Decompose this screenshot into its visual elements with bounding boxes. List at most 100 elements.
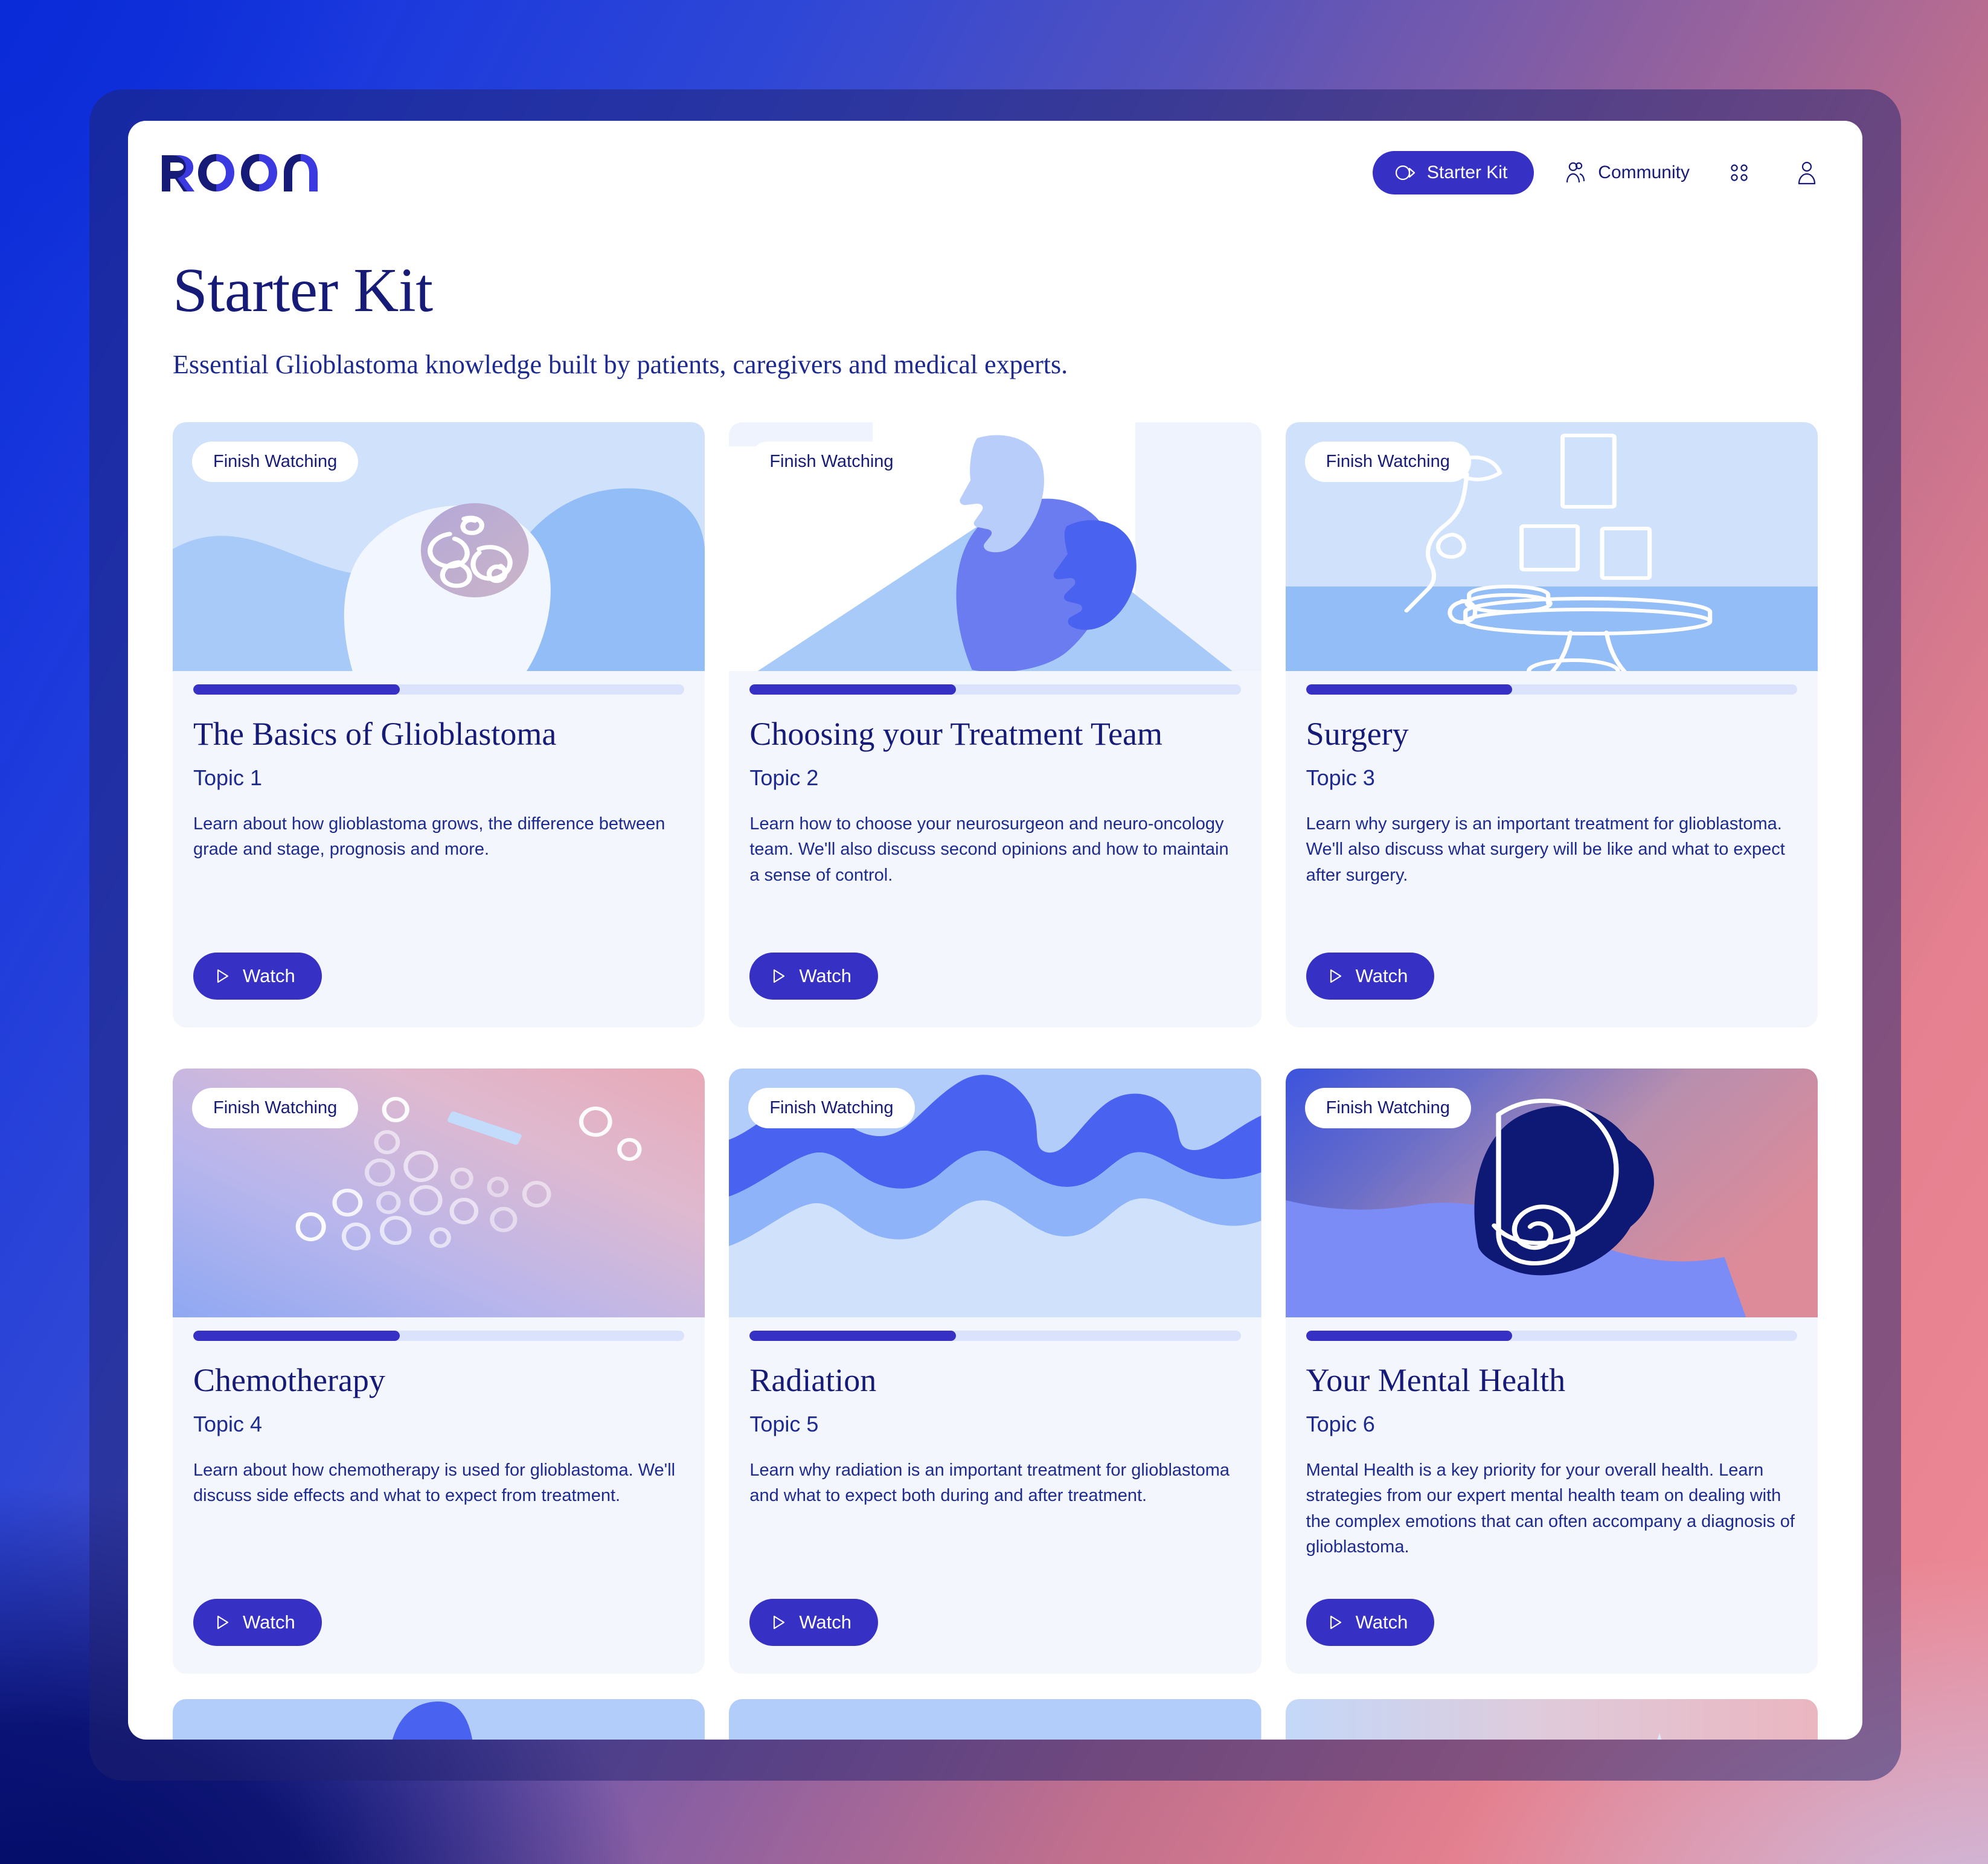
card-body: Chemotherapy Topic 4 Learn about how che… <box>173 1341 705 1674</box>
header-nav: Starter Kit Community <box>1372 151 1825 194</box>
card-body: Surgery Topic 3 Learn why surgery is an … <box>1286 695 1818 1027</box>
card-title: Surgery <box>1306 716 1409 753</box>
video-camera-icon <box>1395 165 1416 181</box>
card-thumbnail <box>1285 1699 1818 1740</box>
play-icon <box>771 1614 787 1631</box>
watch-button[interactable]: Watch <box>1306 953 1435 1000</box>
card-footer: Watch <box>749 1573 1240 1674</box>
card-thumbnail: Finish Watching <box>1285 1069 1818 1318</box>
card-description: Learn about how chemotherapy is used for… <box>193 1461 676 1506</box>
clipped-thumb-illustration <box>173 1699 705 1740</box>
app-header: Starter Kit Community <box>128 121 1862 225</box>
card-topic-number: Topic 1 <box>193 765 263 791</box>
finish-watching-badge[interactable]: Finish Watching <box>192 442 359 483</box>
card-body: Choosing your Treatment Team Topic 2 Lea… <box>729 695 1261 1027</box>
clipped-thumb-illustration <box>1285 1699 1818 1740</box>
finish-watching-badge[interactable]: Finish Watching <box>1304 1088 1471 1129</box>
card-footer: Watch <box>193 927 684 1027</box>
card-title: Chemotherapy <box>193 1362 385 1399</box>
play-icon <box>215 968 231 985</box>
card-topic-number: Topic 4 <box>193 1412 263 1437</box>
play-icon <box>771 968 787 985</box>
card-footer: Watch <box>749 927 1240 1027</box>
card-thumbnail: Finish Watching <box>729 422 1262 672</box>
card-footer: Watch <box>1306 1573 1797 1674</box>
topic-card[interactable]: Finish Watching Chemotherapy Topic 4 Lea… <box>173 1069 705 1674</box>
topic-card[interactable] <box>1285 1699 1818 1740</box>
progress-bar <box>173 671 705 695</box>
card-topic-number: Topic 3 <box>1306 765 1375 791</box>
progress-fill <box>749 1331 956 1342</box>
main-content: Starter Kit Essential Glioblastoma knowl… <box>128 225 1862 1740</box>
card-topic-number: Topic 5 <box>749 1412 819 1437</box>
topic-card[interactable]: Finish Watching The Basics of Glioblasto… <box>173 422 705 1028</box>
watch-button[interactable]: Watch <box>749 953 879 1000</box>
card-thumbnail: Finish Watching <box>729 1069 1262 1318</box>
progress-track <box>193 684 685 695</box>
card-body: The Basics of Glioblastoma Topic 1 Learn… <box>173 695 705 1027</box>
card-body: Radiation Topic 5 Learn why radiation is… <box>729 1341 1261 1674</box>
play-icon <box>215 1614 231 1631</box>
watch-button[interactable]: Watch <box>193 953 322 1000</box>
progress-bar <box>1286 671 1818 695</box>
clipped-thumb-illustration <box>729 1699 1262 1740</box>
topic-card[interactable]: Finish Watching Radiation Topic 5 Learn … <box>729 1069 1262 1674</box>
play-icon <box>1328 1614 1344 1631</box>
progress-bar <box>1286 1317 1818 1342</box>
watch-label: Watch <box>243 1612 295 1633</box>
progress-track <box>193 1331 685 1342</box>
finish-watching-badge[interactable]: Finish Watching <box>748 1088 915 1129</box>
apps-grid-button[interactable] <box>1721 155 1757 191</box>
topic-card[interactable] <box>729 1699 1262 1740</box>
card-description: Learn why radiation is an important trea… <box>749 1461 1230 1506</box>
card-thumbnail: Finish Watching <box>1285 422 1818 672</box>
watch-button[interactable]: Watch <box>1306 1599 1435 1647</box>
card-footer: Watch <box>193 1573 684 1674</box>
progress-fill <box>1306 684 1513 695</box>
starter-kit-label: Starter Kit <box>1426 162 1508 182</box>
card-title: Your Mental Health <box>1306 1362 1566 1399</box>
progress-fill <box>749 684 956 695</box>
community-link[interactable]: Community <box>1565 162 1690 184</box>
card-topic-number: Topic 2 <box>749 765 819 791</box>
progress-track <box>749 684 1241 695</box>
page-title: Starter Kit <box>173 255 433 325</box>
topic-card[interactable] <box>173 1699 705 1740</box>
card-thumbnail: Finish Watching <box>173 1069 705 1318</box>
watch-label: Watch <box>1355 965 1408 987</box>
card-body: Your Mental Health Topic 6 Mental Health… <box>1286 1341 1818 1674</box>
card-description: Learn about how glioblastoma grows, the … <box>193 814 665 860</box>
watch-button[interactable]: Watch <box>193 1599 322 1647</box>
card-footer: Watch <box>1306 927 1797 1027</box>
page-subtitle: Essential Glioblastoma knowledge built b… <box>173 350 1068 380</box>
card-description: Mental Health is a key priority for your… <box>1306 1461 1795 1557</box>
progress-bar <box>729 671 1261 695</box>
topic-card-grid-row-2: Finish Watching Chemotherapy Topic 4 Lea… <box>173 1069 1818 1674</box>
topic-card-grid-row-3-clipped <box>173 1699 1818 1740</box>
finish-watching-badge[interactable]: Finish Watching <box>1304 442 1471 483</box>
watch-button[interactable]: Watch <box>749 1599 879 1647</box>
finish-watching-badge[interactable]: Finish Watching <box>748 442 915 483</box>
card-title: Radiation <box>749 1362 877 1399</box>
watch-label: Watch <box>799 965 852 987</box>
topic-card[interactable]: Finish Watching Choosing your Treatment … <box>729 422 1262 1028</box>
progress-fill <box>193 1331 400 1342</box>
starter-kit-button[interactable]: Starter Kit <box>1372 151 1534 194</box>
card-description: Learn why surgery is an important treatm… <box>1306 814 1785 885</box>
profile-button[interactable] <box>1789 155 1825 191</box>
roon-logo[interactable] <box>161 154 336 191</box>
play-icon <box>1328 968 1344 985</box>
progress-fill <box>1306 1331 1513 1342</box>
topic-card[interactable]: Finish Watching Surgery Topic 3 Learn wh… <box>1285 422 1818 1028</box>
watch-label: Watch <box>1355 1612 1408 1633</box>
progress-track <box>1306 684 1797 695</box>
progress-fill <box>193 684 400 695</box>
community-label: Community <box>1598 162 1690 182</box>
card-thumbnail <box>729 1699 1262 1740</box>
topic-card[interactable]: Finish Watching Your Mental Health Topic… <box>1285 1069 1818 1674</box>
card-topic-number: Topic 6 <box>1306 1412 1375 1437</box>
card-title: Choosing your Treatment Team <box>749 716 1163 753</box>
card-thumbnail: Finish Watching <box>173 422 705 672</box>
finish-watching-badge[interactable]: Finish Watching <box>192 1088 359 1129</box>
progress-bar <box>729 1317 1261 1342</box>
